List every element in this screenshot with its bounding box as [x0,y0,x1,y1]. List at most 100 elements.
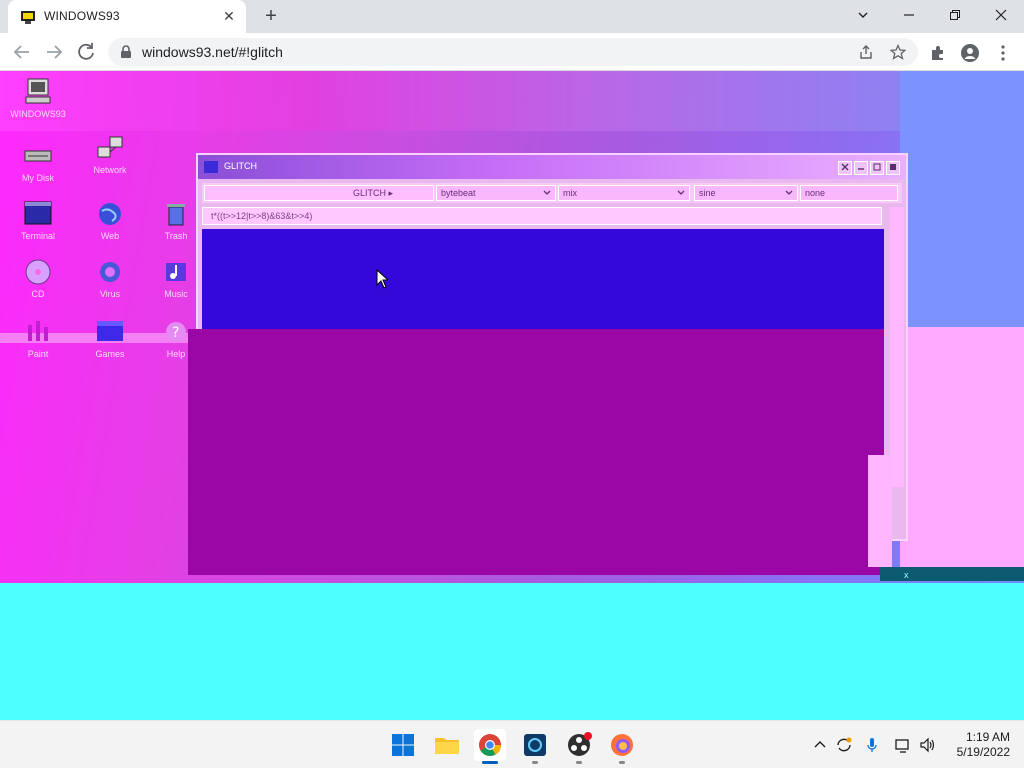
minimize-icon [904,14,914,16]
close-icon [995,9,1007,21]
mix-select[interactable]: mix [558,185,690,201]
running-indicator [619,761,625,764]
glitch-band [900,327,1024,567]
window-title: GLITCH [224,161,258,171]
tab-search-button[interactable] [848,4,878,28]
tab-title: WINDOWS93 [44,9,120,23]
active-indicator [482,761,498,764]
paint-icon [28,321,48,341]
taskbar-obs[interactable] [563,729,595,764]
desktop-icon-cd[interactable]: CD [2,257,74,299]
square-icon [890,164,896,170]
restore-button[interactable] [940,4,970,28]
page-viewport[interactable]: WINDOWS93 My Disk Network Terminal Web T… [0,71,1024,720]
minimize-button[interactable] [894,4,924,28]
desktop-icon-terminal[interactable]: Terminal [2,199,74,241]
url-text: windows93.net/#!glitch [142,44,283,60]
taskbar-file-explorer[interactable] [431,729,463,761]
taskbar-firefox[interactable] [606,729,638,764]
more-menu-icon[interactable] [994,44,1012,62]
glitch-app-window[interactable]: GLITCH GLITCH ▸ bytebeat mix sine none t… [188,153,908,575]
glitch-cyan-area [0,583,1024,720]
network-icon [97,136,123,158]
clock-date: 5/19/2022 [956,745,1010,759]
desktop-icon-paint[interactable]: Paint [2,317,74,359]
folder-icon [435,738,459,754]
formula-input[interactable]: t*((t>>12|t>>8)&63&t>>4) [202,207,882,225]
glitch-artifact-icon: x [904,570,909,580]
photo-editor-icon [524,734,546,756]
arrow-left-icon [13,45,29,59]
chevron-up-icon[interactable] [811,736,829,754]
select-value: none [805,188,826,198]
globe-icon [99,203,121,225]
select-value: sine [699,188,716,198]
share-icon[interactable] [858,44,874,60]
desktop-icon-computer[interactable]: WINDOWS93 [2,77,74,119]
chevron-down-icon [677,190,685,195]
lock-icon [121,45,131,58]
close-window-button[interactable] [986,4,1016,28]
desktop-icon-label: Web [100,231,120,241]
firefox-icon [611,734,633,756]
microphone-icon[interactable] [863,736,881,754]
obs-icon [568,732,592,756]
clock-time: 1:19 AM [965,730,1010,744]
select-value: bytebeat [441,188,476,198]
reload-button[interactable] [74,40,98,64]
window-minimize-button[interactable] [854,161,868,175]
arrow-right-icon [47,45,63,59]
forward-button[interactable] [42,40,66,64]
desktop-icon-label: CD [31,289,45,299]
taskbar-photo-editor[interactable] [519,729,551,764]
system-clock[interactable]: 1:19 AM 5/19/2022 [944,730,1010,760]
games-icon [97,321,123,341]
browser-tab[interactable]: WINDOWS93 ✕ [8,0,246,33]
glitch-dark-strip [880,567,1024,581]
network-icon[interactable] [894,736,912,754]
new-tab-button[interactable]: + [260,5,282,27]
desktop-icon-label: WINDOWS93 [10,109,66,119]
svg-text:?: ? [172,325,179,341]
volume-icon[interactable] [919,736,937,754]
start-button[interactable] [387,729,419,761]
effect-select[interactable]: none [800,185,898,201]
desktop-icon-games[interactable]: Games [74,317,146,359]
chevron-down-icon [785,190,793,195]
select-value: mix [563,188,577,198]
desktop-icon-label: Network [93,165,127,175]
back-button[interactable] [10,40,34,64]
scrollbar[interactable] [890,207,904,487]
window-maximize-button[interactable] [870,161,884,175]
close-tab-button[interactable]: ✕ [220,7,238,25]
sync-icon[interactable] [835,736,853,754]
maximize-icon [873,163,881,171]
control-bar: GLITCH ▸ bytebeat mix sine none [202,183,902,203]
terminal-icon [24,201,52,225]
desktop-icon-web[interactable]: Web [74,199,146,241]
window-extra-button[interactable] [886,161,900,175]
computer-icon [25,78,51,104]
glitch-band [900,71,1024,327]
mode-select[interactable]: bytebeat [436,185,556,201]
chrome-icon [479,734,501,756]
desktop-icon-disk[interactable]: My Disk [2,141,74,183]
bookmark-star-icon[interactable] [890,44,906,60]
tab-strip: WINDOWS93 ✕ + [0,0,1024,33]
wave-select[interactable]: sine [694,185,798,201]
extensions-puzzle-icon[interactable] [929,44,947,62]
windows-logo-icon [392,734,414,756]
address-bar[interactable]: windows93.net/#!glitch [108,38,918,66]
desktop-icon-virus[interactable]: Virus [74,257,146,299]
window-titlebar[interactable]: GLITCH [198,155,906,179]
desktop-icon-network[interactable]: Network [74,133,146,175]
glitch-canvas[interactable] [202,229,884,329]
profile-avatar-icon[interactable] [961,44,979,62]
desktop-icon-label: My Disk [22,173,54,183]
glitch-button[interactable]: GLITCH ▸ [204,185,434,201]
window-close-button[interactable] [838,161,852,175]
glitch-canvas-lower [188,329,884,575]
running-indicator [576,761,582,764]
windows93-favicon-icon [21,11,35,24]
taskbar-chrome[interactable] [474,729,506,764]
